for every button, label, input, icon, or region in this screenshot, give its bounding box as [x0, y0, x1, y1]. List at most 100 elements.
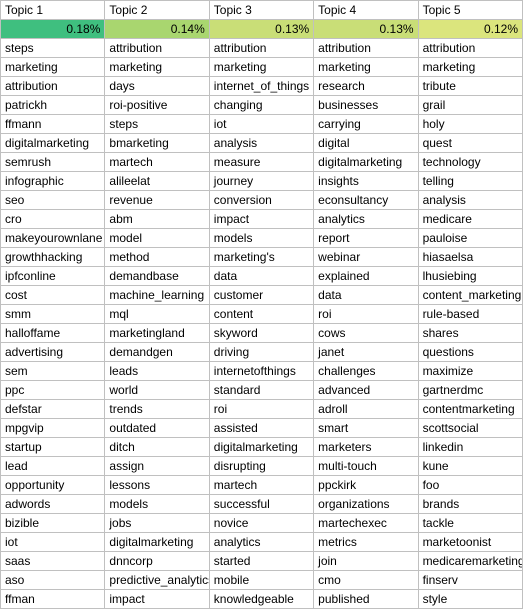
- table-cell: ffmann: [1, 115, 105, 134]
- table-cell: research: [314, 77, 418, 96]
- table-cell: attribution: [418, 39, 522, 58]
- table-cell: internetofthings: [209, 362, 313, 381]
- table-cell: startup: [1, 438, 105, 457]
- table-cell: insights: [314, 172, 418, 191]
- table-cell: join: [314, 552, 418, 571]
- table-row: makeyourownlanemodelmodelsreportpauloise: [1, 229, 523, 248]
- table-cell: seo: [1, 191, 105, 210]
- table-cell: revenue: [105, 191, 209, 210]
- table-cell: analytics: [209, 533, 313, 552]
- table-cell: grail: [418, 96, 522, 115]
- table-cell: conversion: [209, 191, 313, 210]
- table-cell: digital: [314, 134, 418, 153]
- table-cell: customer: [209, 286, 313, 305]
- table-cell: infographic: [1, 172, 105, 191]
- table-cell: steps: [1, 39, 105, 58]
- table-cell: models: [209, 229, 313, 248]
- table-cell: questions: [418, 343, 522, 362]
- table-cell: ppckirk: [314, 476, 418, 495]
- table-body: stepsattributionattributionattributionat…: [1, 39, 523, 609]
- table-row: costmachine_learningcustomerdatacontent_…: [1, 286, 523, 305]
- table-row: advertisingdemandgendrivingjanetquestion…: [1, 343, 523, 362]
- table-cell: journey: [209, 172, 313, 191]
- table-cell: webinar: [314, 248, 418, 267]
- table-cell: shares: [418, 324, 522, 343]
- table-cell: report: [314, 229, 418, 248]
- table-cell: marketing: [1, 58, 105, 77]
- table-cell: impact: [105, 590, 209, 609]
- table-cell: content_marketing: [418, 286, 522, 305]
- table-row: patrickhroi-positivechangingbusinessesgr…: [1, 96, 523, 115]
- table-cell: lead: [1, 457, 105, 476]
- table-cell: linkedin: [418, 438, 522, 457]
- table-row: seorevenueconversioneconsultancyanalysis: [1, 191, 523, 210]
- table-cell: driving: [209, 343, 313, 362]
- table-cell: hiasaelsa: [418, 248, 522, 267]
- table-row: semrushmartechmeasuredigitalmarketingtec…: [1, 153, 523, 172]
- percent-cell: 0.13%: [209, 20, 313, 39]
- table-cell: standard: [209, 381, 313, 400]
- table-cell: changing: [209, 96, 313, 115]
- table-cell: world: [105, 381, 209, 400]
- table-cell: attribution: [105, 39, 209, 58]
- table-cell: adwords: [1, 495, 105, 514]
- table-cell: martech: [209, 476, 313, 495]
- table-cell: challenges: [314, 362, 418, 381]
- table-cell: scottsocial: [418, 419, 522, 438]
- table-row: startupditchdigitalmarketingmarketerslin…: [1, 438, 523, 457]
- table-cell: machine_learning: [105, 286, 209, 305]
- table-cell: analysis: [418, 191, 522, 210]
- table-cell: aso: [1, 571, 105, 590]
- table-cell: measure: [209, 153, 313, 172]
- table-cell: tackle: [418, 514, 522, 533]
- col-header-2: Topic 2: [105, 1, 209, 20]
- table-cell: makeyourownlane: [1, 229, 105, 248]
- table-cell: dnncorp: [105, 552, 209, 571]
- table-cell: ditch: [105, 438, 209, 457]
- table-cell: saas: [1, 552, 105, 571]
- table-cell: pauloise: [418, 229, 522, 248]
- percent-cell: 0.13%: [314, 20, 418, 39]
- table-cell: demandgen: [105, 343, 209, 362]
- table-cell: models: [105, 495, 209, 514]
- table-row: opportunitylessonsmartechppckirkfoo: [1, 476, 523, 495]
- table-cell: novice: [209, 514, 313, 533]
- table-cell: advanced: [314, 381, 418, 400]
- table-cell: marketing: [105, 58, 209, 77]
- table-cell: medicaremarketing: [418, 552, 522, 571]
- table-cell: mql: [105, 305, 209, 324]
- table-cell: lhusiebing: [418, 267, 522, 286]
- table-cell: days: [105, 77, 209, 96]
- table-cell: marketing's: [209, 248, 313, 267]
- table-cell: opportunity: [1, 476, 105, 495]
- table-cell: attribution: [314, 39, 418, 58]
- col-header-5: Topic 5: [418, 1, 522, 20]
- table-cell: brands: [418, 495, 522, 514]
- table-cell: trends: [105, 400, 209, 419]
- table-cell: martechexec: [314, 514, 418, 533]
- table-cell: ppc: [1, 381, 105, 400]
- table-row: ffmannstepsiotcarryingholy: [1, 115, 523, 134]
- table-row: attributiondaysinternet_of_thingsresearc…: [1, 77, 523, 96]
- table-row: ffmanimpactknowledgeablepublishedstyle: [1, 590, 523, 609]
- table-cell: econsultancy: [314, 191, 418, 210]
- table-cell: carrying: [314, 115, 418, 134]
- table-cell: style: [418, 590, 522, 609]
- table-cell: cmo: [314, 571, 418, 590]
- percent-cell: 0.18%: [1, 20, 105, 39]
- table-row: mpgvipoutdatedassistedsmartscottsocial: [1, 419, 523, 438]
- table-row: ppcworldstandardadvancedgartnerdmc: [1, 381, 523, 400]
- table-cell: rule-based: [418, 305, 522, 324]
- table-cell: halloffame: [1, 324, 105, 343]
- table-cell: lessons: [105, 476, 209, 495]
- table-row: smmmqlcontentroirule-based: [1, 305, 523, 324]
- table-cell: roi: [314, 305, 418, 324]
- table-cell: telling: [418, 172, 522, 191]
- table-cell: bizible: [1, 514, 105, 533]
- table-row: ipfconlinedemandbasedataexplainedlhusieb…: [1, 267, 523, 286]
- table-cell: attribution: [209, 39, 313, 58]
- table-cell: roi-positive: [105, 96, 209, 115]
- table-cell: predictive_analytics: [105, 571, 209, 590]
- table-cell: bmarketing: [105, 134, 209, 153]
- table-cell: internet_of_things: [209, 77, 313, 96]
